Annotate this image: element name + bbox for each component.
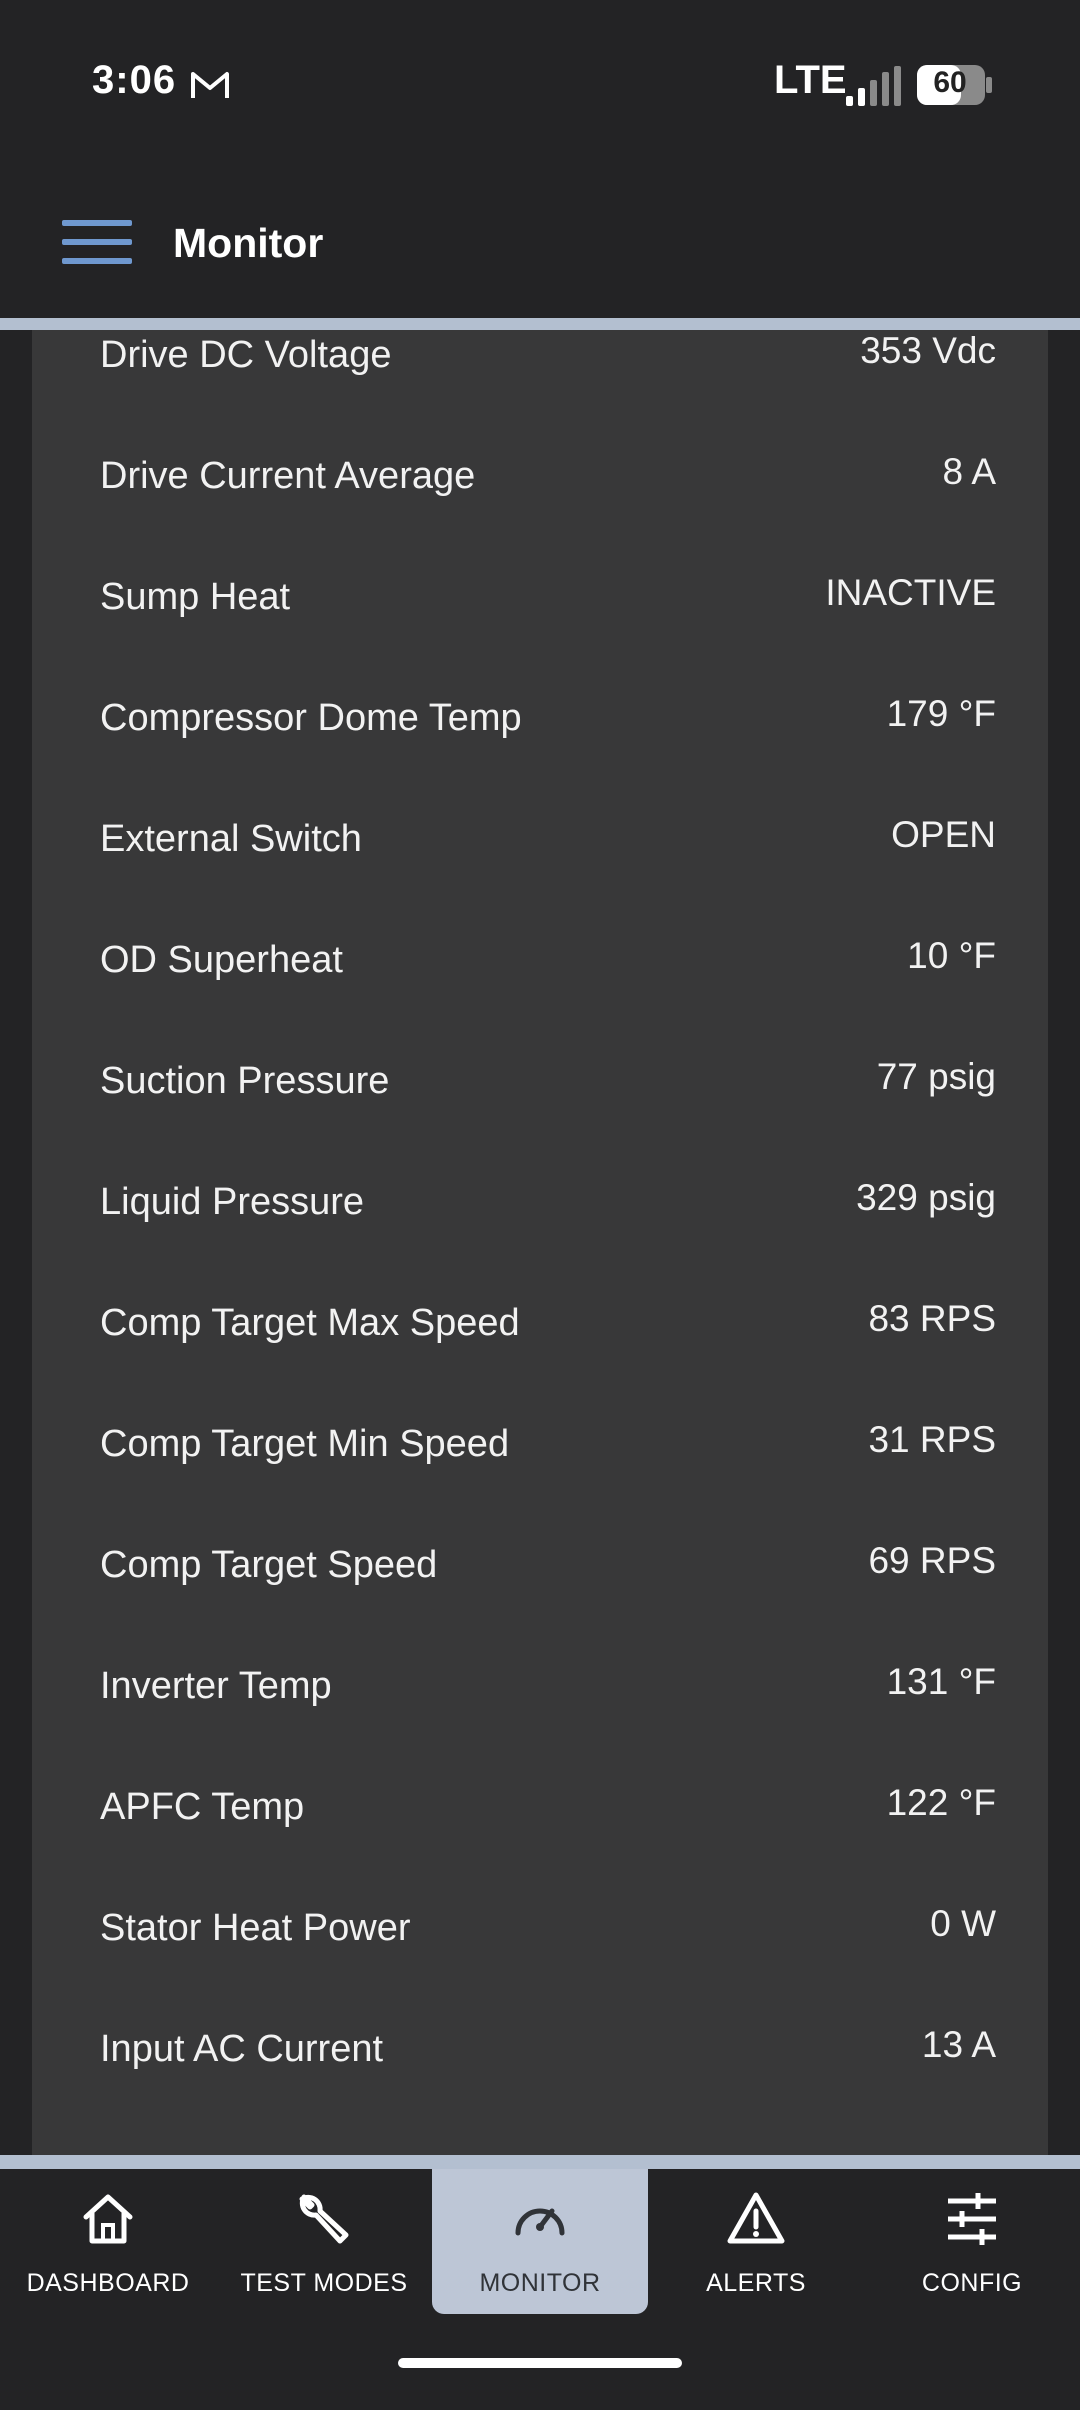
row-label: Stator Heat Power: [100, 1907, 411, 1949]
hamburger-menu-icon[interactable]: [62, 220, 132, 270]
row-label: Input AC Current: [100, 2028, 384, 2070]
gmail-icon: [191, 72, 229, 98]
page-title: Monitor: [173, 220, 324, 266]
row-label: External Switch: [100, 818, 362, 860]
monitor-row: Drive DC Voltage 353 Vdc: [32, 330, 1048, 451]
row-label: Drive DC Voltage: [100, 334, 392, 376]
signal-icon: [846, 66, 901, 106]
status-bar: 3:06 LTE 60: [0, 0, 1080, 170]
monitor-row: Compressor Dome Temp 179 °F: [32, 693, 1048, 814]
nav-label: DASHBOARD: [26, 2269, 190, 2297]
monitor-row: Comp Target Min Speed 31 RPS: [32, 1419, 1048, 1540]
row-label: Liquid Pressure: [100, 1181, 365, 1223]
row-label: APFC Temp: [100, 1786, 305, 1828]
home-icon: [83, 2194, 133, 2244]
row-value: 83 RPS: [868, 1298, 996, 1339]
monitor-row: Inverter Temp 131 °F: [32, 1661, 1048, 1782]
nav-test-modes[interactable]: TEST MODES: [216, 2169, 432, 2314]
row-value: 13 A: [921, 2024, 996, 2065]
row-label: Drive Current Average: [100, 455, 476, 497]
network-type: LTE: [774, 58, 847, 102]
warning-icon: [727, 2192, 785, 2244]
nav-dashboard[interactable]: DASHBOARD: [0, 2169, 216, 2314]
row-value: 31 RPS: [868, 1419, 996, 1460]
status-time: 3:06: [92, 58, 177, 102]
row-value: 131 °F: [886, 1661, 996, 1702]
row-label: Sump Heat: [100, 576, 291, 618]
nav-config[interactable]: CONFIG: [864, 2169, 1080, 2314]
app-bar-divider: [0, 318, 1080, 330]
row-value: 329 psig: [856, 1177, 996, 1218]
monitor-row: Suction Pressure 77 psig: [32, 1056, 1048, 1177]
nav-label: CONFIG: [921, 2269, 1023, 2297]
row-label: Comp Target Max Speed: [100, 1302, 520, 1344]
monitor-row: Drive Current Average 8 A: [32, 451, 1048, 572]
row-value: 77 psig: [876, 1056, 996, 1097]
row-value: 179 °F: [886, 693, 996, 734]
row-value: 0 W: [930, 1903, 996, 1944]
nav-monitor[interactable]: MONITOR: [432, 2169, 648, 2314]
row-label: Comp Target Speed: [100, 1544, 438, 1586]
home-indicator[interactable]: [398, 2358, 682, 2368]
row-label: Comp Target Min Speed: [100, 1423, 510, 1465]
row-label: Inverter Temp: [100, 1665, 332, 1707]
row-label: Suction Pressure: [100, 1060, 390, 1102]
nav-label: TEST MODES: [240, 2269, 408, 2297]
monitor-row: Comp Target Speed 69 RPS: [32, 1540, 1048, 1661]
monitor-row: OD Superheat 10 °F: [32, 935, 1048, 1056]
row-value: 353 Vdc: [860, 330, 996, 371]
row-value: 69 RPS: [868, 1540, 996, 1581]
row-value: 8 A: [942, 451, 997, 492]
row-label: OD Superheat: [100, 939, 343, 981]
row-value: OPEN: [891, 814, 996, 855]
monitor-row: Input AC Current 13 A: [32, 2024, 1048, 2145]
nav-label: MONITOR: [479, 2269, 601, 2297]
battery-level: 60: [933, 66, 967, 99]
monitor-row: Sump Heat INACTIVE: [32, 572, 1048, 693]
row-value: INACTIVE: [825, 572, 996, 613]
sliders-icon: [948, 2193, 996, 2245]
monitor-row: External Switch OPEN: [32, 814, 1048, 935]
monitor-card: Drive DC Voltage 353 Vdc Drive Current A…: [32, 330, 1048, 2155]
bottom-nav-divider: [0, 2155, 1080, 2169]
row-value: 10 °F: [907, 935, 996, 976]
row-label: Compressor Dome Temp: [100, 697, 522, 739]
row-value: 122 °F: [886, 1782, 996, 1823]
gauge-icon: [515, 2208, 565, 2236]
wrench-icon: [299, 2194, 349, 2244]
monitor-row: Stator Heat Power 0 W: [32, 1903, 1048, 2024]
monitor-row: APFC Temp 122 °F: [32, 1782, 1048, 1903]
app-bar: Monitor: [0, 170, 1080, 320]
nav-alerts[interactable]: ALERTS: [648, 2169, 864, 2314]
nav-label: ALERTS: [706, 2269, 806, 2297]
monitor-row: Liquid Pressure 329 psig: [32, 1177, 1048, 1298]
monitor-row: Comp Target Max Speed 83 RPS: [32, 1298, 1048, 1419]
bottom-navigation: DASHBOARD TEST MODES MONITOR ALERTS CONF…: [0, 2169, 1080, 2410]
monitor-content[interactable]: Drive DC Voltage 353 Vdc Drive Current A…: [0, 330, 1080, 2155]
